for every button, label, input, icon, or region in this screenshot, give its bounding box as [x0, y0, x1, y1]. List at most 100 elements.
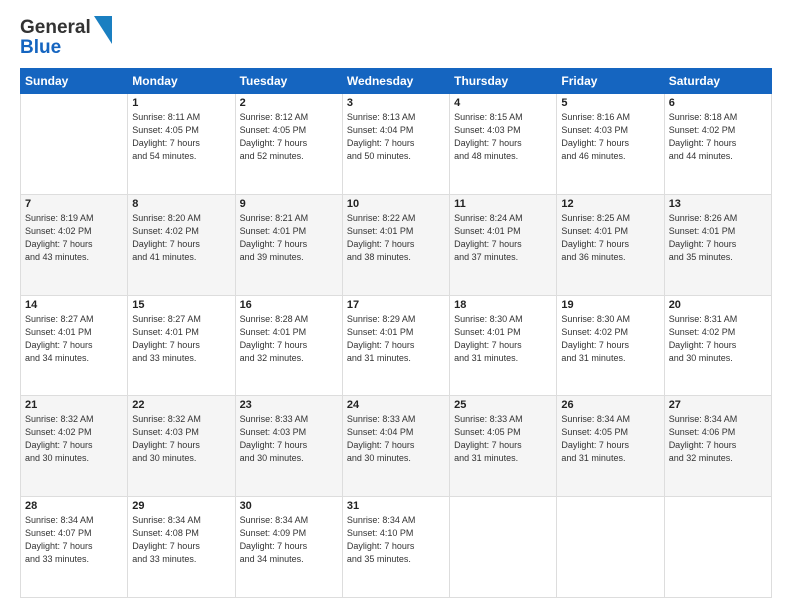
day-number: 8 [132, 198, 230, 210]
day-number: 23 [240, 399, 338, 411]
calendar-cell: 26 Sunrise: 8:34 AM Sunset: 4:05 PM Dayli… [557, 396, 664, 497]
day-info: Sunrise: 8:34 AM Sunset: 4:05 PM Dayligh… [561, 413, 659, 465]
calendar-cell: 18 Sunrise: 8:30 AM Sunset: 4:01 PM Dayli… [450, 295, 557, 396]
day-number: 26 [561, 399, 659, 411]
day-info: Sunrise: 8:27 AM Sunset: 4:01 PM Dayligh… [25, 313, 123, 365]
calendar-week-2: 7 Sunrise: 8:19 AM Sunset: 4:02 PM Daylig… [21, 194, 772, 295]
calendar-cell: 21 Sunrise: 8:32 AM Sunset: 4:02 PM Dayli… [21, 396, 128, 497]
day-info: Sunrise: 8:30 AM Sunset: 4:02 PM Dayligh… [561, 313, 659, 365]
calendar-cell: 15 Sunrise: 8:27 AM Sunset: 4:01 PM Dayli… [128, 295, 235, 396]
day-info: Sunrise: 8:25 AM Sunset: 4:01 PM Dayligh… [561, 212, 659, 264]
calendar-cell [557, 497, 664, 598]
calendar-cell: 24 Sunrise: 8:33 AM Sunset: 4:04 PM Dayli… [342, 396, 449, 497]
calendar-cell: 16Sunrise: 8:28 AM Sunset: 4:01 PM Dayli… [235, 295, 342, 396]
day-number: 21 [25, 399, 123, 411]
day-info: Sunrise: 8:33 AM Sunset: 4:05 PM Dayligh… [454, 413, 552, 465]
calendar-table: SundayMondayTuesdayWednesdayThursdayFrid… [20, 68, 772, 598]
calendar-cell: 7 Sunrise: 8:19 AM Sunset: 4:02 PM Daylig… [21, 194, 128, 295]
day-info: Sunrise: 8:28 AM Sunset: 4:01 PM Dayligh… [240, 313, 338, 365]
day-info: Sunrise: 8:30 AM Sunset: 4:01 PM Dayligh… [454, 313, 552, 365]
weekday-monday: Monday [128, 68, 235, 93]
day-info: Sunrise: 8:20 AM Sunset: 4:02 PM Dayligh… [132, 212, 230, 264]
calendar-cell: 3 Sunrise: 8:13 AM Sunset: 4:04 PM Daylig… [342, 93, 449, 194]
day-info: Sunrise: 8:32 AM Sunset: 4:03 PM Dayligh… [132, 413, 230, 465]
day-info: Sunrise: 8:11 AM Sunset: 4:05 PM Dayligh… [132, 111, 230, 163]
day-info: Sunrise: 8:26 AM Sunset: 4:01 PM Dayligh… [669, 212, 767, 264]
calendar-cell: 27Sunrise: 8:34 AM Sunset: 4:06 PM Dayli… [664, 396, 771, 497]
weekday-sunday: Sunday [21, 68, 128, 93]
day-info: Sunrise: 8:29 AM Sunset: 4:01 PM Dayligh… [347, 313, 445, 365]
day-info: Sunrise: 8:34 AM Sunset: 4:07 PM Dayligh… [25, 514, 123, 566]
day-info: Sunrise: 8:18 AM Sunset: 4:02 PM Dayligh… [669, 111, 767, 163]
weekday-friday: Friday [557, 68, 664, 93]
calendar-cell: 30Sunrise: 8:34 AM Sunset: 4:09 PM Dayli… [235, 497, 342, 598]
day-number: 18 [454, 299, 552, 311]
day-number: 12 [561, 198, 659, 210]
day-number: 1 [132, 97, 230, 109]
day-number: 24 [347, 399, 445, 411]
calendar-cell: 29Sunrise: 8:34 AM Sunset: 4:08 PM Dayli… [128, 497, 235, 598]
day-number: 25 [454, 399, 552, 411]
day-info: Sunrise: 8:34 AM Sunset: 4:08 PM Dayligh… [132, 514, 230, 566]
day-number: 20 [669, 299, 767, 311]
calendar-cell: 31Sunrise: 8:34 AM Sunset: 4:10 PM Dayli… [342, 497, 449, 598]
day-number: 28 [25, 500, 123, 512]
day-info: Sunrise: 8:13 AM Sunset: 4:04 PM Dayligh… [347, 111, 445, 163]
weekday-thursday: Thursday [450, 68, 557, 93]
day-number: 6 [669, 97, 767, 109]
day-info: Sunrise: 8:33 AM Sunset: 4:04 PM Dayligh… [347, 413, 445, 465]
day-number: 13 [669, 198, 767, 210]
day-number: 10 [347, 198, 445, 210]
page: General Blue SundayMondayTuesdayWednesda… [0, 0, 792, 612]
calendar-cell: 12 Sunrise: 8:25 AM Sunset: 4:01 PM Dayli… [557, 194, 664, 295]
day-number: 31 [347, 500, 445, 512]
day-info: Sunrise: 8:22 AM Sunset: 4:01 PM Dayligh… [347, 212, 445, 264]
day-number: 7 [25, 198, 123, 210]
calendar-cell: 5 Sunrise: 8:16 AM Sunset: 4:03 PM Daylig… [557, 93, 664, 194]
calendar-week-3: 14Sunrise: 8:27 AM Sunset: 4:01 PM Dayli… [21, 295, 772, 396]
day-info: Sunrise: 8:33 AM Sunset: 4:03 PM Dayligh… [240, 413, 338, 465]
weekday-wednesday: Wednesday [342, 68, 449, 93]
calendar-cell: 10 Sunrise: 8:22 AM Sunset: 4:01 PM Dayli… [342, 194, 449, 295]
calendar-cell: 1 Sunrise: 8:11 AM Sunset: 4:05 PM Daylig… [128, 93, 235, 194]
calendar-week-5: 28 Sunrise: 8:34 AM Sunset: 4:07 PM Dayli… [21, 497, 772, 598]
weekday-header-row: SundayMondayTuesdayWednesdayThursdayFrid… [21, 68, 772, 93]
calendar-cell: 25 Sunrise: 8:33 AM Sunset: 4:05 PM Dayli… [450, 396, 557, 497]
day-info: Sunrise: 8:16 AM Sunset: 4:03 PM Dayligh… [561, 111, 659, 163]
day-number: 4 [454, 97, 552, 109]
logo: General Blue [20, 18, 112, 58]
calendar-cell: 23 Sunrise: 8:33 AM Sunset: 4:03 PM Dayli… [235, 396, 342, 497]
day-info: Sunrise: 8:32 AM Sunset: 4:02 PM Dayligh… [25, 413, 123, 465]
logo-blue: Blue [20, 38, 91, 58]
calendar-week-1: 1 Sunrise: 8:11 AM Sunset: 4:05 PM Daylig… [21, 93, 772, 194]
calendar-cell: 2 Sunrise: 8:12 AM Sunset: 4:05 PM Daylig… [235, 93, 342, 194]
day-number: 19 [561, 299, 659, 311]
day-number: 5 [561, 97, 659, 109]
weekday-tuesday: Tuesday [235, 68, 342, 93]
calendar-cell: 13 Sunrise: 8:26 AM Sunset: 4:01 PM Dayli… [664, 194, 771, 295]
weekday-saturday: Saturday [664, 68, 771, 93]
day-info: Sunrise: 8:21 AM Sunset: 4:01 PM Dayligh… [240, 212, 338, 264]
logo-general: General [20, 18, 91, 38]
calendar-cell: 14Sunrise: 8:27 AM Sunset: 4:01 PM Dayli… [21, 295, 128, 396]
calendar-cell: 6 Sunrise: 8:18 AM Sunset: 4:02 PM Daylig… [664, 93, 771, 194]
day-number: 15 [132, 299, 230, 311]
calendar-cell [21, 93, 128, 194]
day-number: 22 [132, 399, 230, 411]
calendar-cell: 19 Sunrise: 8:30 AM Sunset: 4:02 PM Dayli… [557, 295, 664, 396]
calendar-week-4: 21 Sunrise: 8:32 AM Sunset: 4:02 PM Dayli… [21, 396, 772, 497]
day-number: 3 [347, 97, 445, 109]
day-info: Sunrise: 8:19 AM Sunset: 4:02 PM Dayligh… [25, 212, 123, 264]
calendar-cell: 8 Sunrise: 8:20 AM Sunset: 4:02 PM Daylig… [128, 194, 235, 295]
calendar-cell: 22 Sunrise: 8:32 AM Sunset: 4:03 PM Dayli… [128, 396, 235, 497]
calendar-cell [450, 497, 557, 598]
header: General Blue [20, 18, 772, 58]
calendar-cell: 20 Sunrise: 8:31 AM Sunset: 4:02 PM Dayli… [664, 295, 771, 396]
day-info: Sunrise: 8:31 AM Sunset: 4:02 PM Dayligh… [669, 313, 767, 365]
calendar-cell: 17Sunrise: 8:29 AM Sunset: 4:01 PM Dayli… [342, 295, 449, 396]
day-info: Sunrise: 8:12 AM Sunset: 4:05 PM Dayligh… [240, 111, 338, 163]
day-info: Sunrise: 8:34 AM Sunset: 4:09 PM Dayligh… [240, 514, 338, 566]
day-info: Sunrise: 8:27 AM Sunset: 4:01 PM Dayligh… [132, 313, 230, 365]
day-number: 2 [240, 97, 338, 109]
calendar-cell [664, 497, 771, 598]
